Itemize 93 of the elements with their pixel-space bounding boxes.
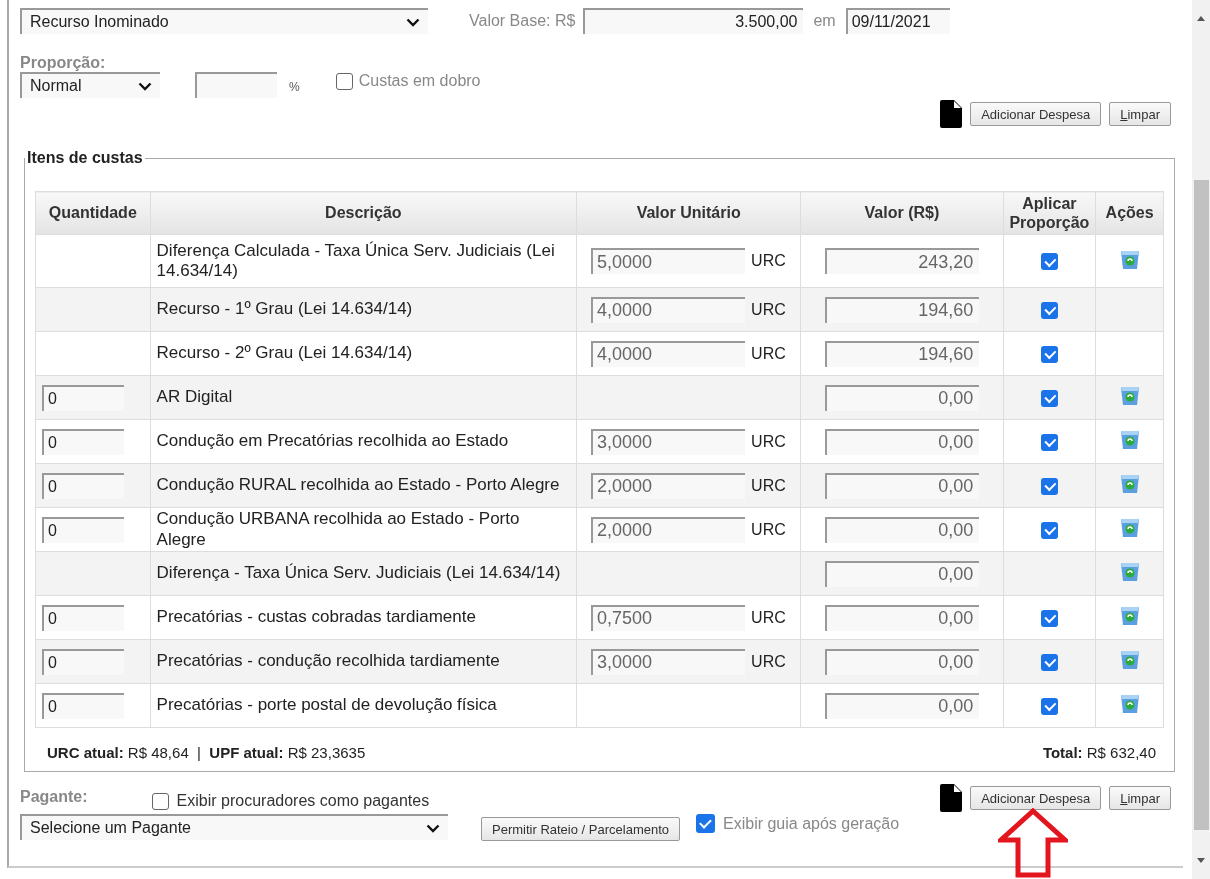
proportion-select[interactable]: Normal [20, 72, 160, 98]
checkbox[interactable] [696, 814, 715, 833]
column-header: Descrição [150, 191, 577, 235]
unit-label: URC [751, 432, 786, 451]
description-text: Condução RURAL recolhida ao Estado - Porto Alegre [156, 475, 561, 496]
description-text: Condução em Precatórias recolhida ao Estado [156, 431, 510, 452]
checkbox[interactable] [335, 72, 353, 90]
column-header: Aplicar Proporção [1003, 191, 1096, 235]
checkbox[interactable] [1040, 345, 1058, 363]
checkbox[interactable] [1040, 301, 1058, 319]
column-header: Valor Unitário [576, 191, 801, 235]
quantity-field[interactable]: 0 [42, 604, 124, 631]
description-text: Recurso - 1º Grau (Lei 14.634/14) [156, 299, 414, 320]
description-text: Recurso - 2º Grau (Lei 14.634/14) [156, 343, 414, 364]
chevron-down-icon [406, 17, 420, 27]
add-expense-button[interactable]: Adicionar Despesa [970, 786, 1102, 810]
chevron-down-icon [138, 81, 152, 91]
description-text: Condução URBANA recolhida ao Estado - Porto Alegre [156, 509, 521, 550]
unit-label: URC [751, 300, 786, 319]
clear-button[interactable]: Limpar [1109, 102, 1171, 126]
unit-label: URC [751, 344, 786, 363]
value-field: 0,00 [825, 516, 980, 543]
checkbox[interactable] [1040, 653, 1058, 671]
checkbox-label: Exibir procuradores como pagantes [176, 792, 430, 810]
panel-legend: Itens de custas [25, 149, 145, 167]
value-field: 0,00 [825, 428, 980, 455]
base-value-label: Valor Base: R$ [469, 12, 576, 30]
unit-label: URC [751, 652, 786, 671]
clear-button[interactable]: Limpar [1109, 786, 1171, 810]
description-text: Precatórias - custas cobradas tardiamente [156, 607, 477, 628]
unit-label: URC [751, 476, 786, 495]
quantity-field[interactable]: 0 [42, 384, 124, 411]
description-text: Diferença Calculada - Taxa Única Serv. Judiciais (Lei 14.634/14) [156, 240, 556, 282]
checkbox[interactable] [1040, 253, 1058, 270]
value-field: 0,00 [825, 472, 980, 499]
unit-value-field[interactable]: 3,0000 [591, 428, 746, 455]
unit-value-field[interactable]: 5,0000 [591, 248, 746, 274]
checkbox[interactable] [1040, 521, 1058, 539]
document-icon[interactable] [940, 100, 963, 128]
percent-unit: % [289, 80, 300, 94]
value-field: 0,00 [825, 384, 980, 411]
checkbox[interactable] [1040, 477, 1058, 495]
index-values-text: URC atual: R$ 48,64 | UPF atual: R$ 23,3635 [46, 744, 366, 761]
unit-label: URC [751, 608, 786, 627]
column-header: Ações [1095, 191, 1164, 235]
value-field: 0,00 [825, 648, 980, 675]
value-field: 0,00 [825, 692, 980, 719]
value-field: 0,00 [825, 604, 980, 631]
document-icon[interactable] [940, 784, 963, 812]
value-field: 194,60 [825, 296, 980, 323]
proportion-label: Proporção: [20, 54, 107, 72]
description-text: AR Digital [156, 387, 234, 408]
value-field: 0,00 [825, 560, 980, 587]
checkbox[interactable] [1040, 433, 1058, 451]
unit-value-field[interactable]: 2,0000 [591, 472, 746, 499]
date-label: em [813, 12, 836, 30]
unit-value-field[interactable]: 3,0000 [591, 648, 746, 675]
description-text: Diferença - Taxa Única Serv. Judiciais (Lei 14.634/14) [156, 563, 562, 584]
arrow-annotation [998, 808, 1068, 878]
checkbox[interactable] [1040, 609, 1058, 627]
split-payment-button[interactable]: Permitir Rateio / Parcelamento [481, 817, 680, 841]
base-value-field[interactable]: 3.500,00 [583, 8, 804, 34]
percent-field[interactable] [195, 72, 277, 98]
scrollbar[interactable] [1192, 0, 1210, 879]
checkbox[interactable] [1040, 389, 1058, 407]
quantity-field[interactable]: 0 [42, 472, 124, 499]
unit-value-field[interactable]: 4,0000 [591, 340, 746, 367]
quantity-field[interactable]: 0 [42, 692, 124, 719]
payer-select[interactable]: Selecione um Pagante [20, 814, 448, 840]
value-field: 194,60 [825, 340, 980, 367]
unit-value-field[interactable]: 2,0000 [591, 516, 746, 543]
column-header: Quantidade [35, 191, 151, 235]
quantity-field[interactable]: 0 [42, 428, 124, 455]
value-field: 243,20 [825, 248, 980, 274]
date-field[interactable]: 09/11/2021 [845, 8, 950, 34]
unit-value-field[interactable]: 0,7500 [591, 604, 746, 631]
quantity-field[interactable]: 0 [42, 516, 124, 543]
description-text: Precatórias - condução recolhida tardiamente [156, 651, 501, 672]
checkbox[interactable] [1040, 697, 1058, 715]
checkbox-label: Exibir guia após geração [723, 814, 900, 833]
chevron-down-icon [426, 823, 440, 833]
checkbox[interactable] [151, 792, 169, 810]
type-select[interactable]: Recurso Inominado [20, 8, 428, 34]
add-expense-button[interactable]: Adicionar Despesa [970, 102, 1102, 126]
quantity-field[interactable]: 0 [42, 648, 124, 675]
checkbox-label: Custas em dobro [358, 72, 481, 90]
total-text: Total: R$ 632,40 [1042, 744, 1157, 761]
unit-label: URC [751, 520, 786, 539]
unit-label: URC [751, 252, 786, 270]
column-header: Valor (R$) [800, 191, 1004, 235]
unit-value-field[interactable]: 4,0000 [591, 296, 746, 323]
payer-label: Pagante: [20, 788, 88, 806]
description-text: Precatórias - porte postal de devolução física [156, 695, 498, 716]
